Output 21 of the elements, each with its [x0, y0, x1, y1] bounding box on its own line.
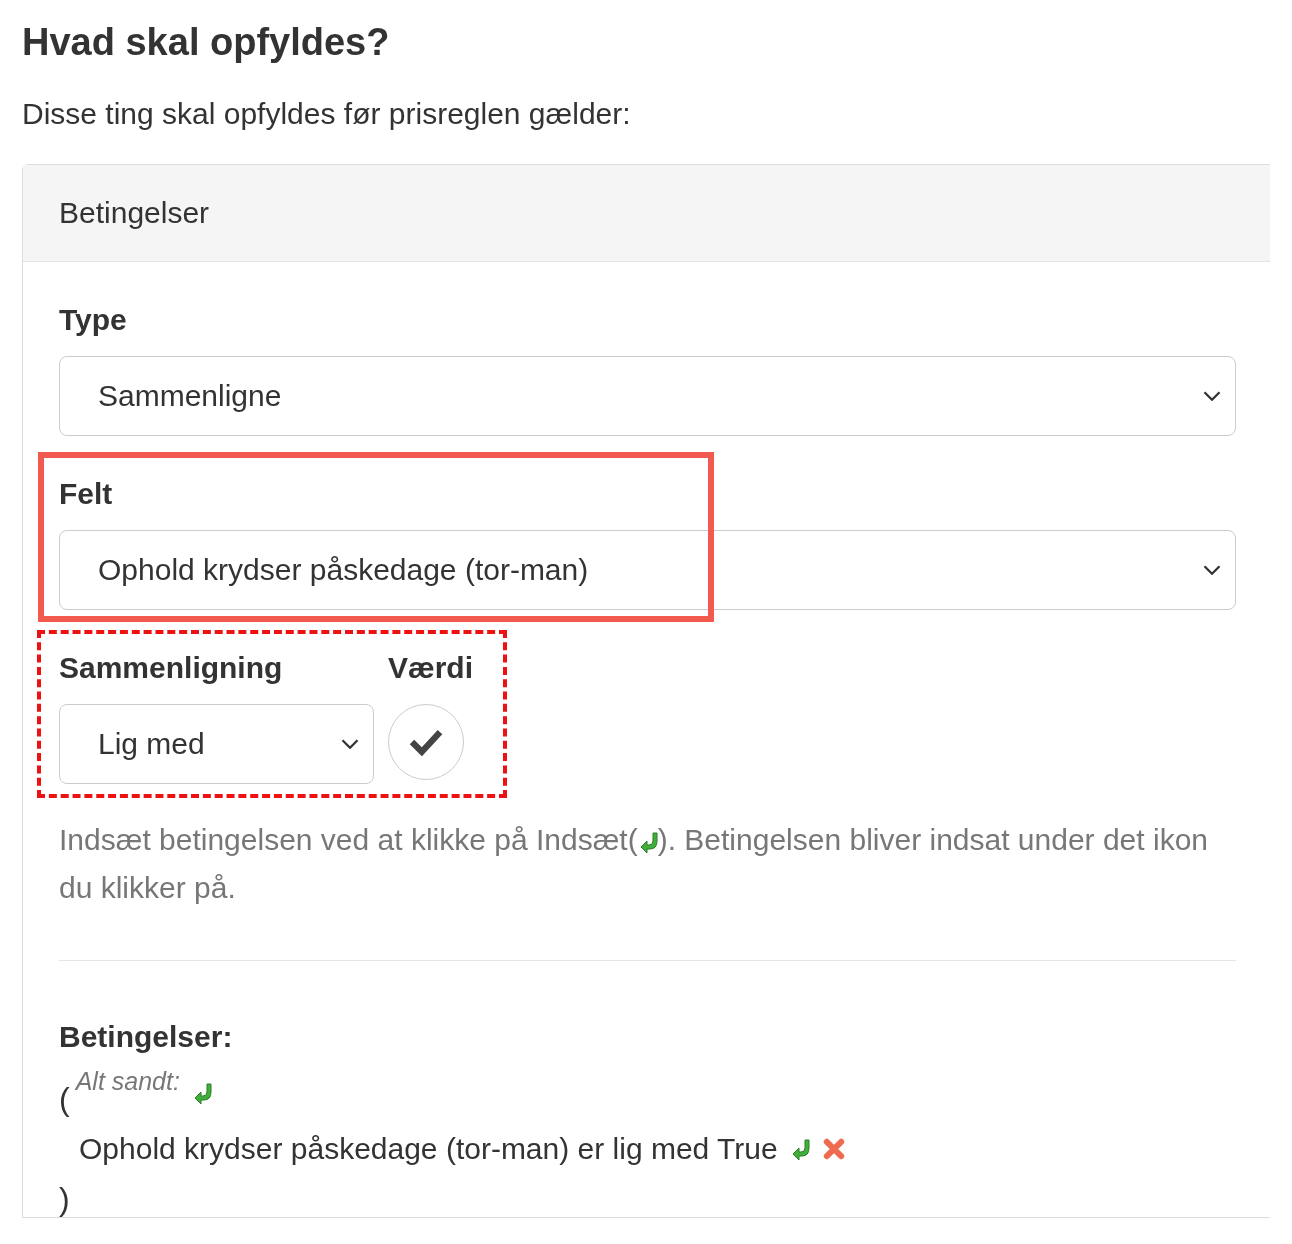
conditions-heading: Betingelser:: [59, 1019, 234, 1055]
help-text: Indsæt betingelsen ved at klikke på Indsæt( ). Betingelsen bliver indsat under det ikon du klikker på.: [59, 822, 1209, 906]
condition-text: Ophold krydser påskedage (tor-man) er lig med True: [79, 1132, 778, 1166]
field-select[interactable]: Ophold krydser påskedage (tor-man): [59, 530, 1236, 610]
field-label: Værdi: [388, 650, 474, 686]
chevron-down-icon: [341, 739, 359, 749]
type-select[interactable]: Sammenligne: [59, 356, 1236, 436]
chevron-down-icon: [1203, 391, 1221, 401]
close-paren: ): [59, 1181, 71, 1217]
field-label: Type: [59, 302, 128, 338]
comparison-select[interactable]: Lig med: [59, 704, 374, 784]
card-header: Betingelser: [23, 165, 1270, 262]
field-label: Felt: [59, 476, 114, 512]
chevron-down-icon: [1203, 565, 1221, 575]
page-title: Hvad skal opfyldes?: [22, 20, 391, 65]
intro-text: Disse ting skal opfyldes før prisreglen gælder:: [22, 96, 632, 132]
field-label: Sammenligning: [59, 650, 284, 686]
group-label: Alt sandt:: [75, 1067, 180, 1096]
delete-icon[interactable]: [821, 1137, 846, 1161]
checkmark-icon: [409, 728, 443, 756]
open-paren: (: [59, 1080, 70, 1119]
